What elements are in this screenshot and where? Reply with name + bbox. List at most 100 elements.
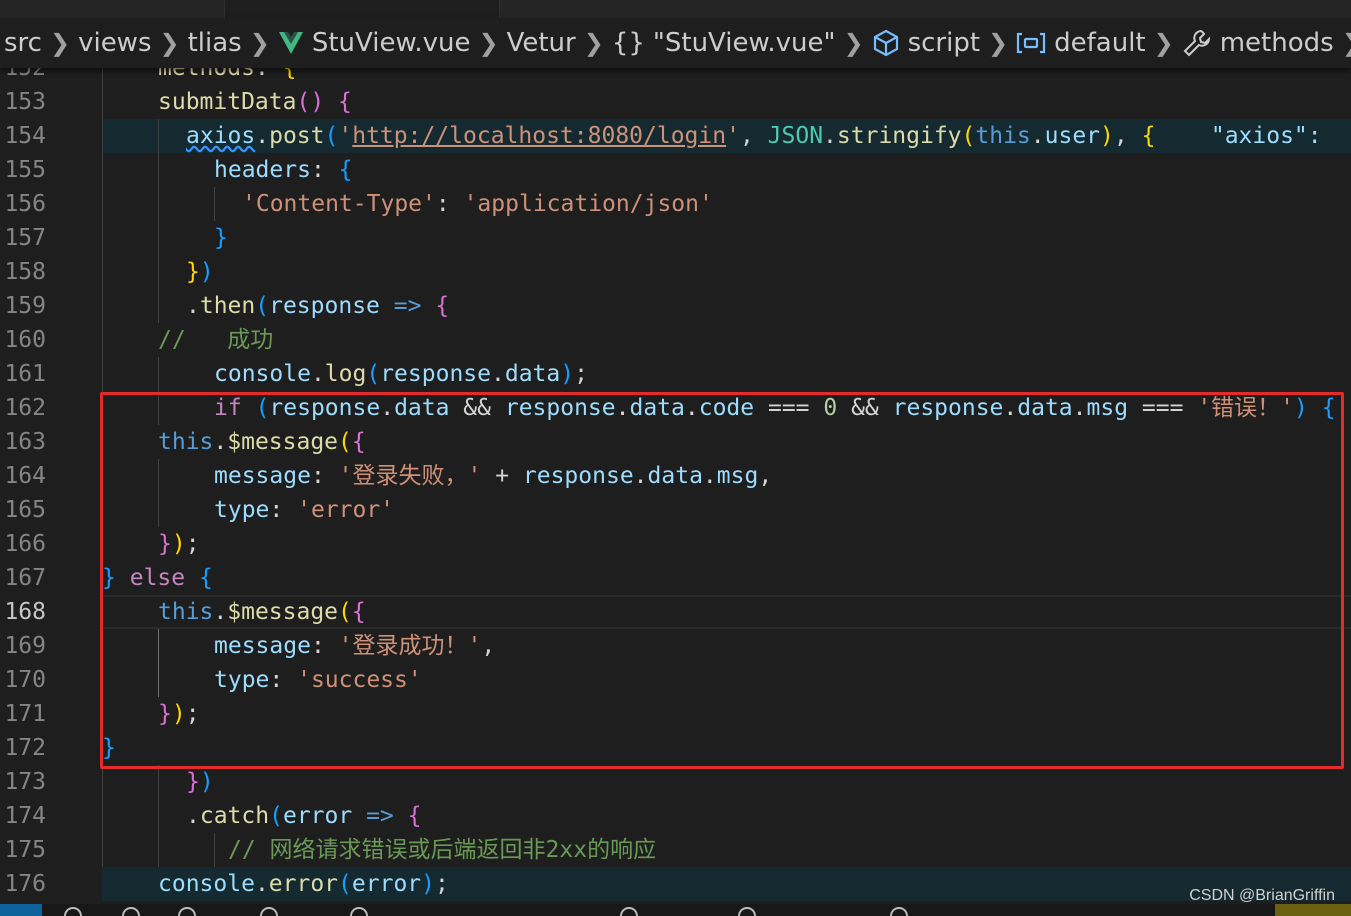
code-line[interactable]: 165 type: 'error' (0, 493, 1351, 527)
code-line[interactable]: 159 .then(response => { (0, 289, 1351, 323)
breadcrumb-default[interactable]: default (1016, 28, 1146, 58)
code-line[interactable]: 156 'Content-Type': 'application/json' (0, 187, 1351, 221)
indent-guide (102, 459, 103, 493)
line-number: 169 (4, 633, 46, 659)
code-text: } else { (102, 565, 213, 591)
code-line-current[interactable]: 168 this.$message({ (0, 595, 1351, 629)
code-line[interactable]: 173 }) (0, 765, 1351, 799)
feedback-icon[interactable] (738, 907, 756, 916)
indent-guide (158, 357, 159, 391)
code-line[interactable]: 176 console.error(error); (0, 867, 1351, 901)
braces-icon: {} (611, 28, 645, 58)
editor-tab[interactable] (224, 0, 500, 18)
indent-guide (102, 799, 103, 833)
code-line[interactable]: 153 submitData() { (0, 85, 1351, 119)
indent-guide (102, 527, 103, 561)
breadcrumb-vetur[interactable]: Vetur (507, 28, 576, 58)
indent-guide (102, 85, 103, 119)
breadcrumb-script[interactable]: script (872, 28, 980, 58)
line-number: 165 (4, 497, 46, 523)
indent-guide (158, 119, 159, 153)
code-line[interactable]: 169 message: '登录成功！', (0, 629, 1351, 663)
code-text: methods: { (158, 68, 297, 81)
indent-guide (102, 391, 103, 425)
line-number: 161 (4, 361, 46, 387)
indent-guide-active (158, 663, 159, 697)
code-text: .then(response => { (186, 293, 450, 319)
indent-guide (102, 629, 103, 663)
indent-guide (158, 187, 159, 221)
line-number: 171 (4, 701, 46, 727)
indent-guide (102, 153, 103, 187)
line-number: 164 (4, 463, 46, 489)
breadcrumb-module[interactable]: {} "StuView.vue" (612, 28, 836, 58)
indent-guide-active (158, 629, 159, 663)
code-line[interactable]: 174 .catch(error => { (0, 799, 1351, 833)
indent-guide (102, 323, 103, 357)
code-line[interactable]: 155 headers: { (0, 153, 1351, 187)
code-line[interactable]: 171 }); (0, 697, 1351, 731)
code-text: 'Content-Type': 'application/json' (242, 191, 713, 217)
account-icon[interactable] (890, 907, 908, 916)
editor-tab-strip (0, 0, 1351, 18)
line-number: 162 (4, 395, 46, 421)
code-editor[interactable]: 152 methods: { 153 submitData() { 154 ax… (0, 68, 1351, 904)
line-number: 156 (4, 191, 46, 217)
code-text: if (response.data && response.data.code … (214, 395, 1336, 421)
code-line[interactable]: 164 message: '登录失败，' + response.data.msg… (0, 459, 1351, 493)
indent-guide (158, 799, 159, 833)
code-line[interactable]: 163 this.$message({ (0, 425, 1351, 459)
code-line[interactable]: 157 } (0, 221, 1351, 255)
code-line[interactable]: 154 axios.post('http://localhost:8080/lo… (0, 119, 1351, 153)
breadcrumb-methods[interactable]: methods (1182, 28, 1334, 58)
brackets-icon[interactable] (350, 907, 368, 916)
line-number: 163 (4, 429, 46, 455)
line-number: 158 (4, 259, 46, 285)
variable-icon (1016, 31, 1046, 55)
code-line[interactable]: 167 } else { (0, 561, 1351, 595)
indent-guide (158, 255, 159, 289)
breadcrumb-tlias[interactable]: tlias (188, 28, 242, 58)
line-number: 167 (4, 565, 46, 591)
line-number: 175 (4, 837, 46, 863)
indent-guide (102, 255, 103, 289)
code-text: this.$message({ (158, 429, 366, 455)
code-line[interactable]: 161 console.log(response.data); (0, 357, 1351, 391)
line-number: 159 (4, 293, 46, 319)
code-text: .catch(error => { (186, 803, 422, 829)
line-number: 176 (4, 871, 46, 897)
breadcrumb-file[interactable]: StuView.vue (278, 28, 470, 58)
code-text: console.log(response.data); (214, 361, 588, 387)
code-line[interactable]: 158 }) (0, 255, 1351, 289)
line-number: 154 (4, 123, 46, 149)
status-item[interactable] (1275, 904, 1351, 916)
line-number: 168 (4, 599, 46, 625)
code-text: // 成功 (158, 327, 274, 353)
code-line[interactable]: 152 methods: { (0, 68, 1351, 85)
error-icon[interactable] (64, 907, 82, 916)
chevron-right-icon: ❯ (249, 29, 270, 57)
remote-indicator-button[interactable] (0, 904, 42, 916)
bell-icon[interactable] (178, 907, 196, 916)
check-icon[interactable] (260, 907, 278, 916)
code-line[interactable]: 170 type: 'success' (0, 663, 1351, 697)
indent-guide (102, 68, 103, 85)
code-text: axios.post('http://localhost:8080/login'… (186, 123, 1336, 149)
code-line[interactable]: 162 if (response.data && response.data.c… (0, 391, 1351, 425)
code-text: } (102, 735, 116, 761)
braces-icon[interactable] (620, 907, 638, 916)
warning-icon[interactable] (122, 907, 140, 916)
cube-icon (872, 29, 900, 57)
indent-guide (158, 493, 159, 527)
breadcrumb-views[interactable]: views (78, 28, 151, 58)
line-number: 174 (4, 803, 46, 829)
code-line[interactable]: 166 }); (0, 527, 1351, 561)
indent-guide (102, 697, 103, 731)
indent-guide (102, 765, 103, 799)
indent-guide (214, 833, 215, 867)
code-line[interactable]: 175 // 网络请求错误或后端返回非2xx的响应 (0, 833, 1351, 867)
breadcrumb: src ❯ views ❯ tlias ❯ StuView.vue ❯ Vetu… (0, 18, 1351, 68)
code-line[interactable]: 160 // 成功 (0, 323, 1351, 357)
breadcrumb-src[interactable]: src (4, 28, 42, 58)
code-line[interactable]: 172 } (0, 731, 1351, 765)
